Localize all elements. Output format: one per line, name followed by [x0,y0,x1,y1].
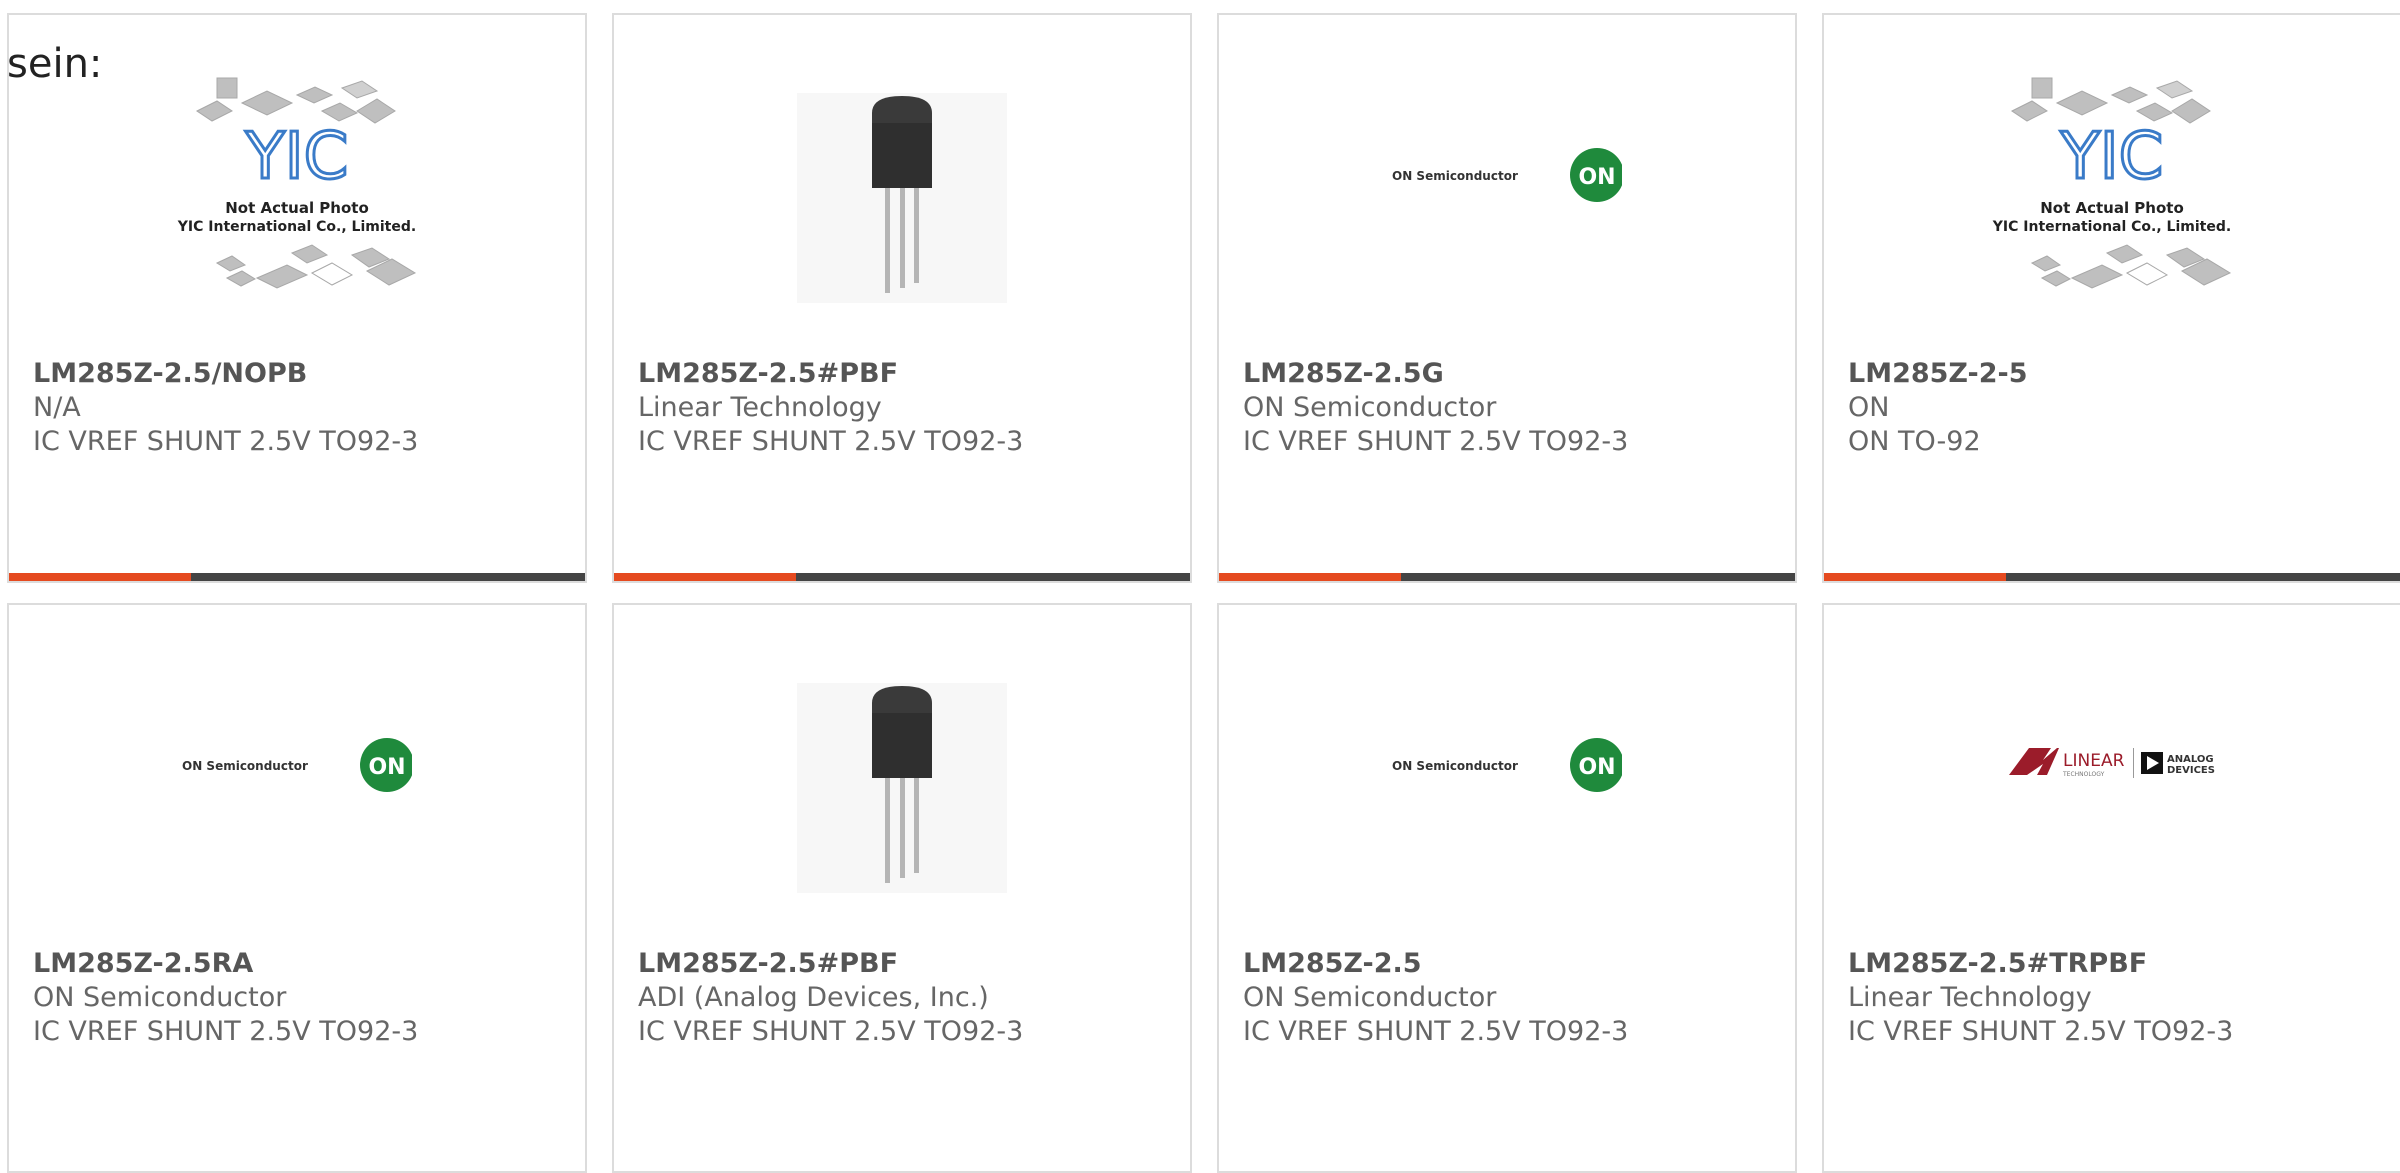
svg-text:ON Semiconductor: ON Semiconductor [182,759,308,773]
svg-text:ON: ON [1578,755,1615,780]
product-grid: YIC Not Actual Photo YIC International C… [7,13,2400,1173]
on-semi-logo-image: ON Semiconductor ON [1392,148,1622,202]
svg-text:Not Actual Photo: Not Actual Photo [225,199,369,217]
svg-text:ANALOG: ANALOG [2167,754,2214,765]
to92-transistor-image [797,683,1007,893]
part-number[interactable]: LM285Z-2.5/NOPB [33,357,565,391]
product-card[interactable]: ON Semiconductor ON LM285Z-2.5G ON Semic… [1217,13,1797,583]
part-number[interactable]: LM285Z-2.5#PBF [638,357,1170,391]
description: IC VREF SHUNT 2.5V TO92-3 [1243,1016,1629,1047]
yic-placeholder-image: YIC Not Actual Photo YIC International C… [177,77,416,289]
part-number[interactable]: LM285Z-2.5 [1243,947,1775,981]
part-number[interactable]: LM285Z-2.5#PBF [638,947,1170,981]
card-accent-bar [614,573,1190,581]
manufacturer: ON Semiconductor [1243,392,1497,423]
svg-text:ON: ON [1578,165,1615,190]
product-info: LM285Z-2.5RA ON Semiconductor IC VREF SH… [33,947,565,1049]
description: ON TO-92 [1848,426,1981,457]
manufacturer: ADI (Analog Devices, Inc.) [638,982,989,1013]
product-info: LM285Z-2.5G ON Semiconductor IC VREF SHU… [1243,357,1775,459]
manufacturer: ON Semiconductor [33,982,287,1013]
product-card[interactable]: ON Semiconductor ON LM285Z-2.5RA ON Semi… [7,603,587,1173]
product-thumbnail[interactable]: YIC Not Actual Photo YIC International C… [147,43,447,353]
product-card[interactable]: LINEAR TECHNOLOGY ANALOG DEVICES LM285Z-… [1822,603,2400,1173]
to92-transistor-image [797,93,1007,303]
card-accent-bar [9,573,585,581]
product-info: LM285Z-2.5#TRPBF Linear Technology IC VR… [1848,947,2380,1049]
svg-text:ON: ON [368,755,405,780]
product-thumbnail[interactable]: YIC Not Actual Photo YIC International C… [1962,43,2262,353]
product-thumbnail[interactable]: LINEAR TECHNOLOGY ANALOG DEVICES [1962,715,2262,815]
manufacturer: Linear Technology [638,392,882,423]
product-info: LM285Z-2.5/NOPB N/A IC VREF SHUNT 2.5V T… [33,357,565,459]
intro-text: sein: [7,41,103,87]
product-thumbnail[interactable]: ON Semiconductor ON [147,715,447,815]
product-card[interactable]: LM285Z-2.5#PBF Linear Technology IC VREF… [612,13,1192,583]
product-card[interactable]: LM285Z-2.5#PBF ADI (Analog Devices, Inc.… [612,603,1192,1173]
yic-placeholder-image: YIC Not Actual Photo YIC International C… [1992,77,2231,289]
part-number[interactable]: LM285Z-2.5#TRPBF [1848,947,2380,981]
product-thumbnail[interactable] [752,43,1052,353]
product-info: LM285Z-2-5 ON ON TO-92 [1848,357,2380,459]
svg-text:ON Semiconductor: ON Semiconductor [1392,759,1518,773]
card-accent-bar [1219,573,1795,581]
description: IC VREF SHUNT 2.5V TO92-3 [638,1016,1024,1047]
product-card[interactable]: ON Semiconductor ON LM285Z-2.5 ON Semico… [1217,603,1797,1173]
product-thumbnail[interactable]: ON Semiconductor ON [1357,715,1657,815]
manufacturer: N/A [33,392,81,423]
part-number[interactable]: LM285Z-2-5 [1848,357,2380,391]
description: IC VREF SHUNT 2.5V TO92-3 [33,1016,419,1047]
description: IC VREF SHUNT 2.5V TO92-3 [33,426,419,457]
svg-text:TECHNOLOGY: TECHNOLOGY [2062,771,2105,778]
svg-text:Not Actual Photo: Not Actual Photo [2040,199,2184,217]
lt-adi-logo-image: LINEAR TECHNOLOGY ANALOG DEVICES [2009,748,2215,778]
description: IC VREF SHUNT 2.5V TO92-3 [1243,426,1629,457]
card-accent-bar [1824,573,2400,581]
product-card[interactable]: YIC Not Actual Photo YIC International C… [1822,13,2400,583]
product-thumbnail[interactable]: ON Semiconductor ON [1357,125,1657,225]
product-info: LM285Z-2.5#PBF Linear Technology IC VREF… [638,357,1170,459]
svg-text:DEVICES: DEVICES [2167,765,2215,776]
description: IC VREF SHUNT 2.5V TO92-3 [1848,1016,2234,1047]
svg-text:ON Semiconductor: ON Semiconductor [1392,169,1518,183]
svg-text:YIC: YIC [2060,120,2164,194]
svg-text:LINEAR: LINEAR [2063,751,2125,771]
product-thumbnail[interactable] [752,633,1052,943]
part-number[interactable]: LM285Z-2.5RA [33,947,565,981]
product-info: LM285Z-2.5 ON Semiconductor IC VREF SHUN… [1243,947,1775,1049]
part-number[interactable]: LM285Z-2.5G [1243,357,1775,391]
on-semi-logo-image: ON Semiconductor ON [1392,738,1622,792]
description: IC VREF SHUNT 2.5V TO92-3 [638,426,1024,457]
svg-text:YIC International Co., Limited: YIC International Co., Limited. [1992,219,2231,235]
manufacturer: ON Semiconductor [1243,982,1497,1013]
product-card[interactable]: YIC Not Actual Photo YIC International C… [7,13,587,583]
svg-text:YIC International Co., Limited: YIC International Co., Limited. [177,219,416,235]
manufacturer: Linear Technology [1848,982,2092,1013]
on-semi-logo-image: ON Semiconductor ON [182,738,412,792]
manufacturer: ON [1848,392,1890,423]
svg-text:YIC: YIC [245,120,349,194]
product-info: LM285Z-2.5#PBF ADI (Analog Devices, Inc.… [638,947,1170,1049]
